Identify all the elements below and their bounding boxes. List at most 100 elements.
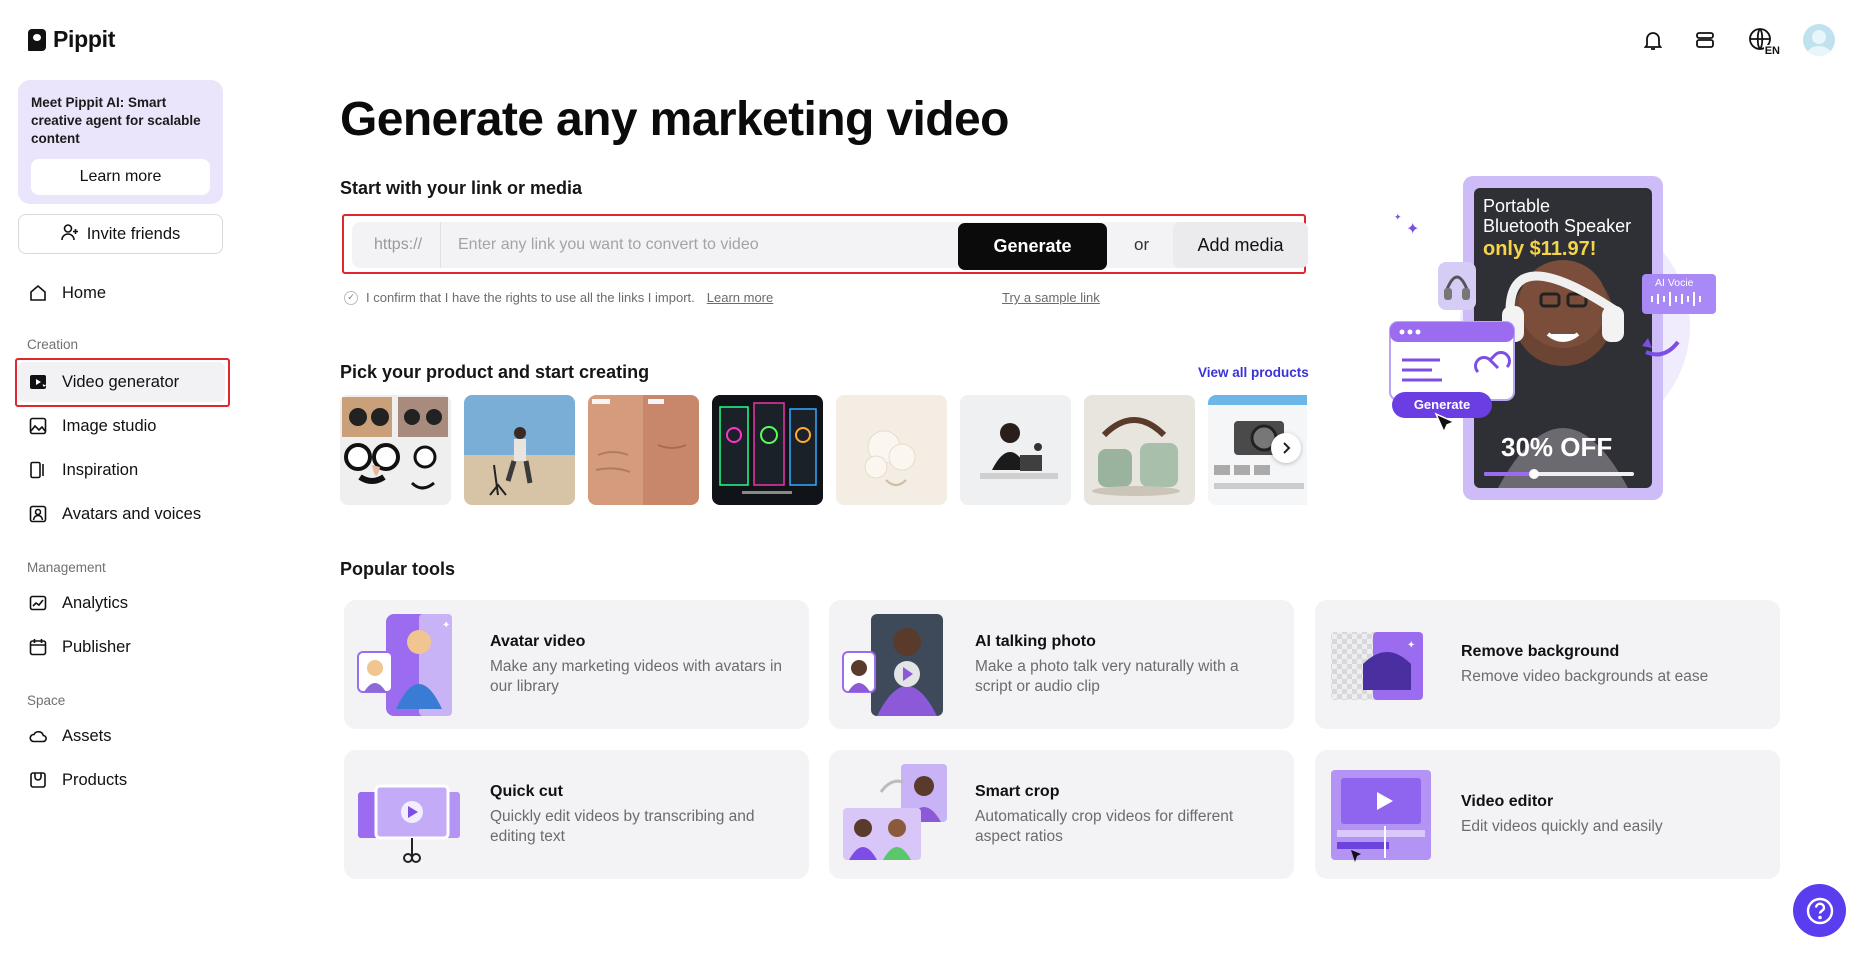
product-thumbnail[interactable] — [712, 395, 823, 505]
hero-title-line2: Bluetooth Speaker — [1483, 216, 1632, 236]
talking-photo-icon — [841, 614, 951, 716]
product-thumbnail[interactable] — [836, 395, 947, 505]
question-icon — [1806, 897, 1833, 924]
confirm-text: I confirm that I have the rights to use … — [366, 290, 695, 305]
product-thumbnail[interactable] — [1084, 395, 1195, 505]
svg-text:✦: ✦ — [1394, 213, 1402, 223]
remove-background-icon: ✦ — [1327, 614, 1437, 716]
user-avatar[interactable] — [1803, 24, 1835, 56]
tool-description: Edit videos quickly and easily — [1461, 817, 1663, 835]
sidebar-item-inspiration[interactable]: Inspiration — [18, 450, 228, 490]
sidebar-item-label: Home — [62, 283, 107, 302]
prefix-divider — [440, 222, 441, 268]
sidebar-item-label: Publisher — [62, 637, 131, 656]
video-editor-icon — [1327, 764, 1437, 866]
sample-link[interactable]: Try a sample link — [1002, 290, 1100, 305]
analytics-icon — [28, 593, 48, 613]
home-icon — [28, 283, 48, 303]
hero-price: only $11.97! — [1483, 238, 1597, 260]
hero-discount: 30% OFF — [1501, 432, 1613, 462]
calendar-icon — [28, 637, 48, 657]
sidebar-item-home[interactable]: Home — [18, 273, 228, 313]
pippit-logo-text: Pippit — [53, 26, 116, 52]
sidebar-item-label: Analytics — [62, 593, 129, 612]
tool-description: Remove video backgrounds at ease — [1461, 667, 1709, 685]
sidebar-item-video-generator[interactable]: Video generator — [18, 362, 225, 402]
sidebar-item-label: Inspiration — [62, 460, 139, 479]
product-thumbnail[interactable] — [960, 395, 1071, 505]
tool-name: Avatar video — [490, 632, 586, 650]
sidebar-item-assets[interactable]: Assets — [18, 716, 228, 756]
add-user-icon — [60, 223, 79, 246]
sidebar-item-label: Assets — [62, 726, 112, 745]
products-heading: Pick your product and start creating — [340, 362, 650, 382]
svg-text:✦: ✦ — [1406, 219, 1419, 238]
avatar-icon — [28, 504, 48, 524]
tool-card-avatar-video[interactable]: ✦ Avatar video Make any marketing videos… — [344, 600, 809, 729]
tool-card-video-editor[interactable]: Video editor Edit videos quickly and eas… — [1315, 750, 1780, 879]
tool-name: Smart crop — [975, 782, 1060, 800]
hero-ai-voice-label: AI Vocie — [1655, 277, 1694, 289]
promo-card: Meet Pippit AI: Smart creative agent for… — [18, 80, 223, 204]
hero-illustration: ✦ ✦ Portable Bluetooth Speaker only $11.… — [1380, 176, 1720, 506]
product-thumbnail[interactable] — [588, 395, 699, 505]
sidebar-item-avatars-voices[interactable]: Avatars and voices — [18, 494, 228, 534]
sidebar-item-label: Products — [62, 770, 128, 789]
avatar-video-icon: ✦ — [356, 614, 466, 716]
link-input[interactable] — [444, 222, 942, 268]
hero-generate-pill: Generate — [1413, 397, 1471, 412]
promo-text: Meet Pippit AI: Smart creative agent for… — [31, 95, 201, 146]
confirm-learn-more-link[interactable]: Learn more — [707, 290, 773, 305]
image-studio-icon — [28, 416, 48, 436]
sidebar-item-label: Avatars and voices — [62, 504, 202, 523]
help-button[interactable] — [1793, 884, 1846, 937]
generate-button[interactable]: Generate — [958, 223, 1107, 270]
or-label: or — [1134, 235, 1150, 254]
section-creation: Creation — [27, 337, 79, 352]
inspiration-icon — [28, 460, 48, 480]
popular-tools-heading: Popular tools — [340, 559, 456, 579]
sidebar-item-publisher[interactable]: Publisher — [18, 627, 228, 667]
link-input-bar: https:// Generate or Add media — [342, 214, 1308, 274]
tool-description: Make a photo talk very naturally with a … — [975, 657, 1239, 695]
tool-description: Make any marketing videos with avatars i… — [490, 657, 783, 695]
product-box-icon — [28, 770, 48, 790]
sidebar-item-image-studio[interactable]: Image studio — [18, 406, 228, 446]
section-management: Management — [27, 560, 106, 575]
product-thumbnail[interactable] — [340, 395, 451, 505]
add-media-button[interactable]: Add media — [1173, 222, 1308, 268]
learn-more-button[interactable]: Learn more — [31, 159, 210, 195]
carousel-next-button[interactable] — [1271, 433, 1301, 463]
product-thumbnail[interactable] — [464, 395, 575, 505]
tool-card-quick-cut[interactable]: Quick cut Quickly edit videos by transcr… — [344, 750, 809, 879]
quick-cut-icon — [356, 764, 466, 866]
svg-text:✦: ✦ — [442, 620, 450, 631]
smart-crop-icon — [841, 764, 951, 866]
invite-friends-label: Invite friends — [86, 224, 181, 243]
sidebar-item-products[interactable]: Products — [18, 760, 228, 800]
invite-friends-button[interactable]: Invite friends — [18, 214, 223, 254]
tool-card-remove-background[interactable]: ✦ Remove background Remove video backgro… — [1315, 600, 1780, 729]
tool-card-ai-talking-photo[interactable]: AI talking photo Make a photo talk very … — [829, 600, 1294, 729]
tool-description: Automatically crop videos for different … — [975, 807, 1234, 845]
tool-name: Remove background — [1461, 642, 1620, 660]
tool-card-smart-crop[interactable]: Smart crop Automatically crop videos for… — [829, 750, 1294, 879]
pippit-logo-icon — [28, 28, 46, 51]
svg-text:✦: ✦ — [1407, 640, 1415, 651]
chevron-right-icon — [1283, 442, 1291, 454]
tool-name: Quick cut — [490, 782, 563, 800]
page-title: Generate any marketing video — [340, 93, 1009, 146]
confirm-checkbox[interactable]: ✓ — [344, 290, 358, 305]
tool-name: AI talking photo — [975, 632, 1096, 650]
hero-title-line1: Portable — [1483, 196, 1551, 216]
link-input-container: https:// Generate or Add media — [352, 222, 1308, 270]
section-space: Space — [27, 693, 66, 708]
view-all-products-link[interactable]: View all products — [1198, 365, 1309, 380]
sidebar: Pippit Meet Pippit AI: Smart creative ag… — [0, 0, 240, 969]
video-generator-icon — [28, 372, 48, 392]
sidebar-item-analytics[interactable]: Analytics — [18, 583, 228, 623]
sidebar-item-label: Image studio — [62, 416, 157, 435]
pippit-logo[interactable]: Pippit — [28, 26, 115, 53]
url-prefix: https:// — [374, 236, 423, 253]
link-section-heading: Start with your link or media — [340, 178, 583, 198]
